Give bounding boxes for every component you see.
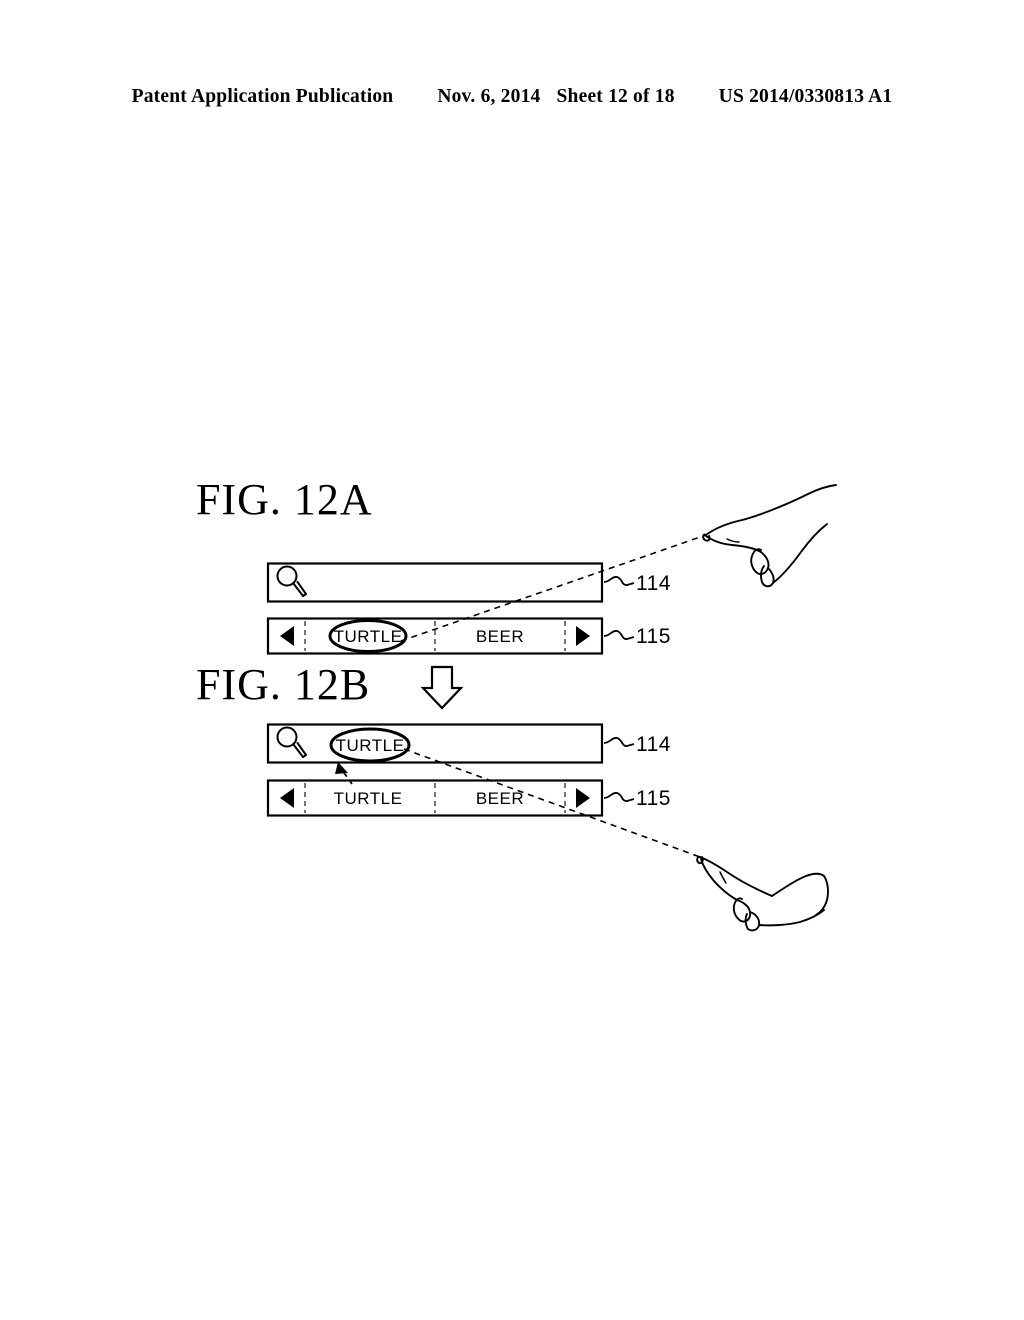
figure-label-12b: FIG. 12B [196,660,371,709]
header-sheet: Sheet 12 of 18 [556,86,675,107]
pointing-hand-icon [696,855,829,932]
header-patent-number: US 2014/0330813 A1 [718,86,893,107]
fig12b-search-bar[interactable] [266,723,604,764]
fig12b-leader-114 [603,737,635,747]
fig12a-ref-115: 115 [636,625,671,648]
fig12a-search-bar[interactable] [266,562,604,603]
fig12a-tab-bar[interactable] [266,617,604,655]
fig12b-leader-115 [603,792,635,802]
left-triangle-icon[interactable] [280,626,294,646]
fig12b-tab-bar[interactable] [266,779,604,817]
magnifier-icon[interactable] [276,726,307,758]
patent-header: Patent Application Publication Nov. 6, 20… [0,86,1024,108]
fig12b-tab-label-beer[interactable]: BEER [462,789,538,809]
fig12b-move-arrow-line [341,769,353,785]
fig12b-move-arrowhead [335,762,348,774]
fig12a-tab-label-beer[interactable]: BEER [462,627,538,647]
header-publication: Patent Application Publication [131,86,394,107]
header-date: Nov. 6, 2014 [437,86,541,107]
down-arrow-icon [420,665,464,710]
fig12a-tab-label-turtle[interactable]: TURTLE [330,627,406,647]
fig12b-search-value[interactable]: TURTLE [332,736,408,756]
figure-label-12a: FIG. 12A [196,475,373,524]
patent-drawing [266,484,837,932]
fig12a-leader-114 [603,576,635,586]
left-triangle-icon[interactable] [280,788,294,808]
fig12b-ref-115: 115 [636,787,671,810]
fig12a-ref-114: 114 [636,572,671,595]
fig12a-leader-115 [603,630,635,640]
right-triangle-icon[interactable] [576,626,590,646]
fig12b-ref-114: 114 [636,733,671,756]
right-triangle-icon[interactable] [576,788,590,808]
magnifier-icon[interactable] [276,565,307,597]
fig12b-tab-label-turtle[interactable]: TURTLE [330,789,406,809]
pointing-hand-icon [702,484,837,588]
